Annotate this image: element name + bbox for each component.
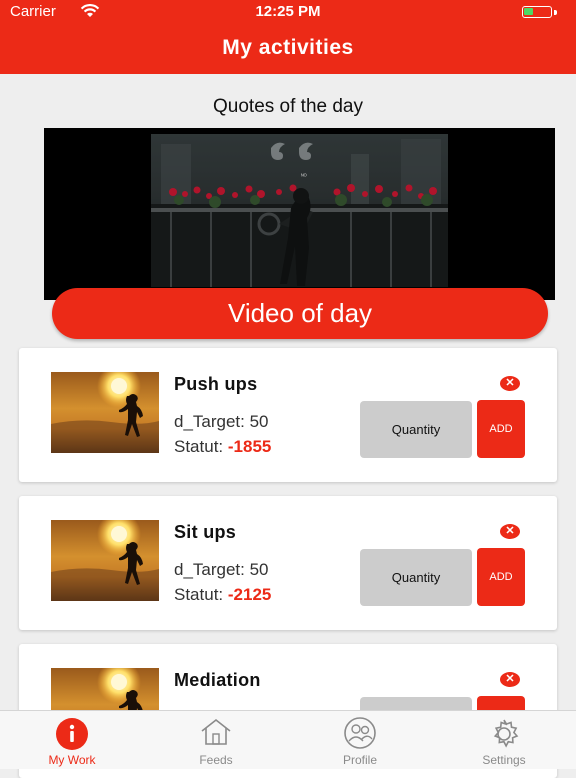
- delete-icon[interactable]: ✕: [500, 376, 520, 391]
- page-title: My activities: [222, 36, 354, 59]
- battery-tip: [554, 10, 557, 15]
- add-button[interactable]: ADD: [477, 548, 525, 606]
- activity-target: d_Target: 50: [174, 412, 269, 431]
- activity-image: [51, 520, 159, 601]
- delete-icon[interactable]: ✕: [500, 672, 520, 687]
- tab-my-work[interactable]: My Work: [0, 711, 144, 769]
- activity-target: d_Target: 50: [174, 560, 269, 579]
- statut-value: -2125: [227, 585, 272, 604]
- activity-statut: Statut: -1855: [174, 437, 271, 457]
- tab-feeds[interactable]: Feeds: [144, 711, 288, 769]
- activity-name: Sit ups: [174, 522, 237, 542]
- activity-name: Push ups: [174, 374, 258, 394]
- home-icon: [199, 717, 233, 752]
- delete-icon[interactable]: ✕: [500, 524, 520, 539]
- svg-text:ᴺᴼ: ᴺᴼ: [301, 173, 307, 180]
- info-icon: [55, 717, 89, 756]
- tab-settings[interactable]: Settings: [432, 711, 576, 769]
- statut-label: Statut:: [174, 585, 224, 604]
- quantity-input[interactable]: Quantity: [360, 401, 472, 458]
- gear-icon: [487, 717, 521, 756]
- activity-card-push-ups: Push ups d_Target: 50 Statut: -1855 ✕ Qu…: [19, 348, 557, 482]
- activity-image: [51, 372, 159, 453]
- quotes-title: Quotes of the day: [213, 96, 363, 117]
- video-thumbnail[interactable]: ᴺᴼ: [151, 134, 448, 287]
- status-time: 12:25 PM: [255, 3, 321, 20]
- tab-profile[interactable]: Profile: [288, 711, 432, 769]
- video-player[interactable]: ᴺᴼ: [44, 128, 555, 300]
- activity-statut: Statut: -2125: [174, 585, 271, 605]
- tab-label: Settings: [482, 753, 526, 767]
- profile-icon: [341, 717, 379, 754]
- app-header: Carrier 12:25 PM My activities: [0, 0, 576, 74]
- status-bar: Carrier 12:25 PM: [0, 0, 576, 24]
- video-of-day-button[interactable]: Video of day: [52, 288, 548, 339]
- tab-bar: My Work Feeds Profile Settings: [0, 710, 576, 769]
- tab-label: My Work: [48, 753, 96, 767]
- statut-value: -1855: [227, 437, 272, 456]
- statut-label: Statut:: [174, 437, 224, 456]
- activity-name: Mediation: [174, 670, 261, 690]
- activity-card-sit-ups: Sit ups d_Target: 50 Statut: -2125 ✕ Qua…: [19, 496, 557, 630]
- quantity-input[interactable]: Quantity: [360, 549, 472, 606]
- tab-label: Feeds: [199, 753, 233, 767]
- tab-label: Profile: [342, 753, 377, 767]
- battery-icon: [522, 6, 552, 18]
- add-button[interactable]: ADD: [477, 400, 525, 458]
